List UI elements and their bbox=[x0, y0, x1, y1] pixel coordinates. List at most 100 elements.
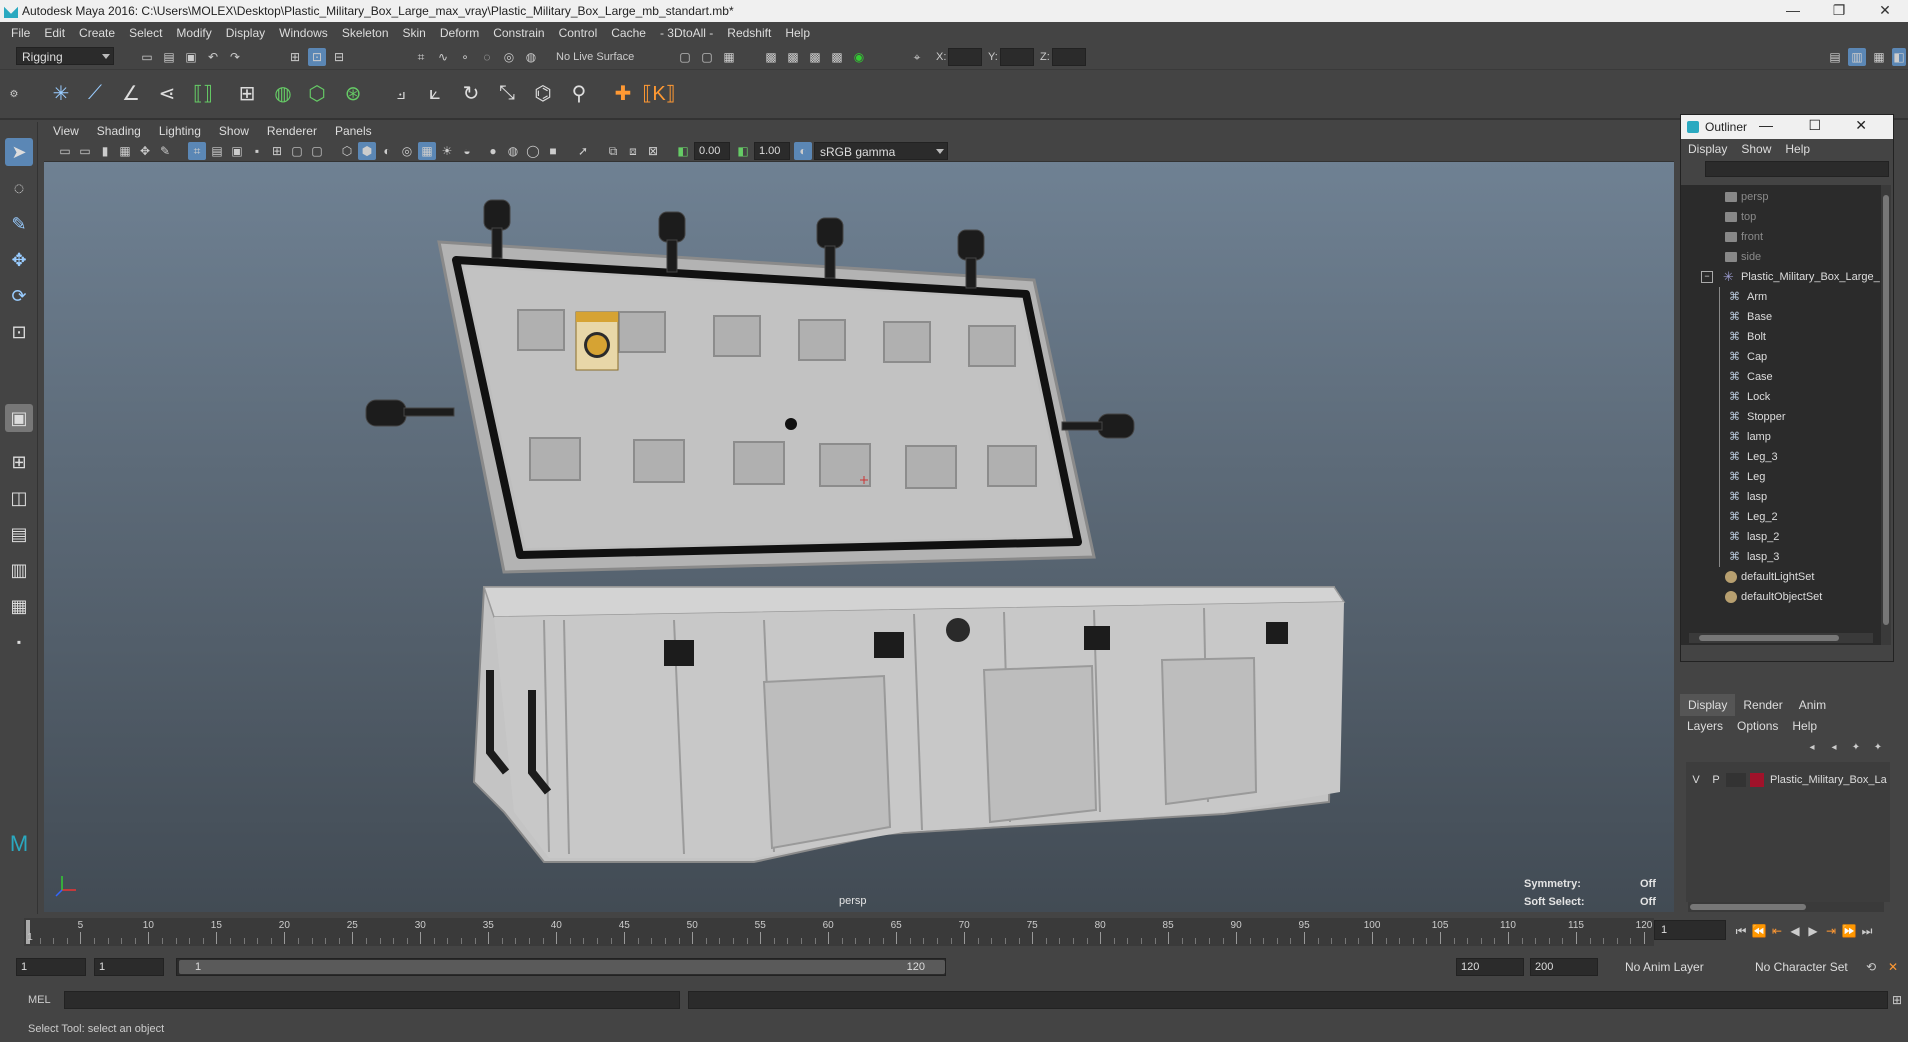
menu-modify[interactable]: Modify bbox=[169, 26, 218, 40]
outliner-menu-show[interactable]: Show bbox=[1734, 142, 1778, 156]
snap-curve-icon[interactable]: ∿ bbox=[434, 48, 452, 66]
layer-horizontal-scrollbar[interactable] bbox=[1688, 902, 1884, 912]
new-scene-icon[interactable]: ▭ bbox=[138, 48, 156, 66]
layer-menu-options[interactable]: Options bbox=[1730, 719, 1785, 733]
aim-constraint-icon[interactable]: ⟀ bbox=[420, 78, 450, 108]
depth-of-field-icon[interactable]: ■ bbox=[544, 142, 562, 160]
point-constraint-icon[interactable]: ⟓ bbox=[386, 78, 416, 108]
outliner-item-stopper[interactable]: ⌘ Stopper bbox=[1729, 407, 1786, 427]
menu-display[interactable]: Display bbox=[219, 26, 272, 40]
hypershade-icon[interactable]: ▩ bbox=[828, 48, 846, 66]
animation-end-field[interactable]: 200 bbox=[1530, 958, 1598, 976]
menu-redshift[interactable]: Redshift bbox=[720, 26, 778, 40]
minimize-button[interactable]: — bbox=[1770, 0, 1816, 22]
new-layer-icon[interactable]: ✦ bbox=[1848, 740, 1864, 754]
new-layer-selected-icon[interactable]: ✦ bbox=[1870, 740, 1886, 754]
gamma-field[interactable]: 1.00 bbox=[754, 142, 790, 160]
view-transform-dropdown[interactable]: sRGB gamma bbox=[814, 142, 948, 160]
safe-title-icon[interactable]: ▢ bbox=[308, 142, 326, 160]
ambient-occlusion-icon[interactable]: ● bbox=[484, 142, 502, 160]
outliner-item-side[interactable]: side bbox=[1725, 247, 1761, 267]
outliner-item-leg[interactable]: ⌘ Leg bbox=[1729, 467, 1765, 487]
gamma-icon[interactable]: ◧ bbox=[734, 142, 752, 160]
custom-layout-icon[interactable]: ▪ bbox=[5, 628, 33, 656]
menu-3dtoall[interactable]: - 3DtoAll - bbox=[653, 26, 720, 40]
attribute-editor-toggle-icon[interactable]: ◧ bbox=[1892, 48, 1906, 66]
panel-layout-icon[interactable]: ▦ bbox=[1870, 48, 1888, 66]
viewport-menu-lighting[interactable]: Lighting bbox=[150, 124, 210, 138]
menu-skeleton[interactable]: Skeleton bbox=[335, 26, 396, 40]
four-view-layout-icon[interactable]: ⊞ bbox=[5, 448, 33, 476]
outliner-item-lamp[interactable]: ⌘ lamp bbox=[1729, 427, 1771, 447]
script-editor-icon[interactable]: ⊞ bbox=[1888, 991, 1906, 1009]
outliner-item-bolt[interactable]: ⌘ Bolt bbox=[1729, 327, 1766, 347]
exposure-field[interactable]: 0.00 bbox=[694, 142, 730, 160]
layer-visibility-toggle[interactable]: V bbox=[1686, 774, 1706, 786]
outliner-item-front[interactable]: front bbox=[1725, 227, 1763, 247]
input-ops-icon[interactable]: ▢ bbox=[676, 48, 694, 66]
play-backward-icon[interactable]: ◀ bbox=[1786, 922, 1804, 940]
outliner-item-arm[interactable]: ⌘ Arm bbox=[1729, 287, 1767, 307]
control-curve-icon[interactable]: ⟦K⟧ bbox=[642, 78, 675, 108]
open-scene-icon[interactable]: ▤ bbox=[160, 48, 178, 66]
step-back-key-icon[interactable]: ⇤ bbox=[1768, 922, 1786, 940]
menu-control[interactable]: Control bbox=[552, 26, 605, 40]
scale-tool-icon[interactable]: ⊡ bbox=[5, 318, 33, 346]
outliner-item-lasp-2[interactable]: ⌘ lasp_2 bbox=[1729, 527, 1779, 547]
time-slider-track[interactable]: 1 5 10 15 20 25 30 35 40 45 50 55 60 65 70 75 80 85 90 95 1… bbox=[24, 918, 1654, 946]
outliner-minimize-button[interactable]: — bbox=[1759, 117, 1773, 133]
layer-playback-toggle[interactable]: P bbox=[1706, 774, 1726, 786]
render-frame-icon[interactable]: ▩ bbox=[762, 48, 780, 66]
step-forward-icon[interactable]: ⏩ bbox=[1840, 922, 1858, 940]
select-object-icon[interactable]: ⊡ bbox=[308, 48, 326, 66]
menu-deform[interactable]: Deform bbox=[433, 26, 486, 40]
layer-display-type[interactable] bbox=[1726, 773, 1746, 787]
outliner-item-persp[interactable]: persp bbox=[1725, 187, 1769, 207]
outliner-item-cap[interactable]: ⌘ Cap bbox=[1729, 347, 1767, 367]
step-forward-key-icon[interactable]: ⇥ bbox=[1822, 922, 1840, 940]
outliner-item-default-object-set[interactable]: defaultObjectSet bbox=[1725, 587, 1822, 607]
default-material-icon[interactable]: ◐ bbox=[378, 142, 396, 160]
graph-layout-icon[interactable]: ▥ bbox=[5, 556, 33, 584]
outliner-horizontal-scrollbar[interactable] bbox=[1689, 633, 1873, 643]
film-gate-icon[interactable]: ▤ bbox=[208, 142, 226, 160]
outliner-item-root[interactable]: − ✳ Plastic_Military_Box_Large_ bbox=[1701, 267, 1880, 287]
layer-color-swatch[interactable] bbox=[1750, 773, 1764, 787]
xray-components-icon[interactable]: ⊠ bbox=[644, 142, 662, 160]
snap-projected-icon[interactable]: ◌ bbox=[478, 48, 496, 66]
use-all-lights-icon[interactable]: ☀ bbox=[438, 142, 456, 160]
render-settings-icon[interactable]: ▩ bbox=[806, 48, 824, 66]
undo-icon[interactable]: ↶ bbox=[204, 48, 222, 66]
locator-icon[interactable]: ✚ bbox=[608, 78, 638, 108]
select-component-icon[interactable]: ⊟ bbox=[330, 48, 348, 66]
playback-end-field[interactable]: 120 bbox=[1456, 958, 1524, 976]
resolution-gate-icon[interactable]: ▣ bbox=[228, 142, 246, 160]
menu-set-dropdown[interactable]: Rigging bbox=[16, 47, 114, 65]
shelf-options-icon[interactable]: ⚙ bbox=[4, 74, 24, 114]
grease-pencil-icon[interactable]: ✎ bbox=[156, 142, 174, 160]
viewport-menu-show[interactable]: Show bbox=[210, 124, 258, 138]
bookmark-icon[interactable]: ▮ bbox=[96, 142, 114, 160]
auto-key-icon[interactable]: ⟲ bbox=[1862, 958, 1880, 976]
outliner-item-leg-2[interactable]: ⌘ Leg_2 bbox=[1729, 507, 1778, 527]
camera-attributes-icon[interactable]: ▭ bbox=[76, 142, 94, 160]
viewport-menu-view[interactable]: View bbox=[44, 124, 88, 138]
workspace-icon[interactable]: ▤ bbox=[1826, 48, 1844, 66]
outliner-vertical-scrollbar[interactable] bbox=[1881, 185, 1891, 645]
xray-icon[interactable]: ⧉ bbox=[604, 142, 622, 160]
viewport-menu-panels[interactable]: Panels bbox=[326, 124, 381, 138]
script-language-toggle[interactable]: MEL bbox=[28, 994, 51, 1006]
viewport-menu-renderer[interactable]: Renderer bbox=[258, 124, 326, 138]
scale-constraint-icon[interactable]: ⤡ bbox=[492, 78, 522, 108]
menu-select[interactable]: Select bbox=[122, 26, 169, 40]
outliner-item-top[interactable]: top bbox=[1725, 207, 1756, 227]
outliner-item-lasp-3[interactable]: ⌘ lasp_3 bbox=[1729, 547, 1779, 567]
menu-windows[interactable]: Windows bbox=[272, 26, 335, 40]
layer-row[interactable]: V P Plastic_Military_Box_La bbox=[1686, 770, 1890, 790]
character-set-dropdown[interactable]: No Character Set bbox=[1750, 958, 1868, 976]
menu-create[interactable]: Create bbox=[72, 26, 122, 40]
go-to-start-icon[interactable]: ⏮ bbox=[1732, 922, 1750, 940]
parent-constraint-icon[interactable]: ⌬ bbox=[528, 78, 558, 108]
range-slider-thumb[interactable]: 1 120 bbox=[179, 960, 945, 974]
perspective-viewport[interactable]: persp Symmetry: Off Soft Select: Off bbox=[44, 162, 1674, 912]
